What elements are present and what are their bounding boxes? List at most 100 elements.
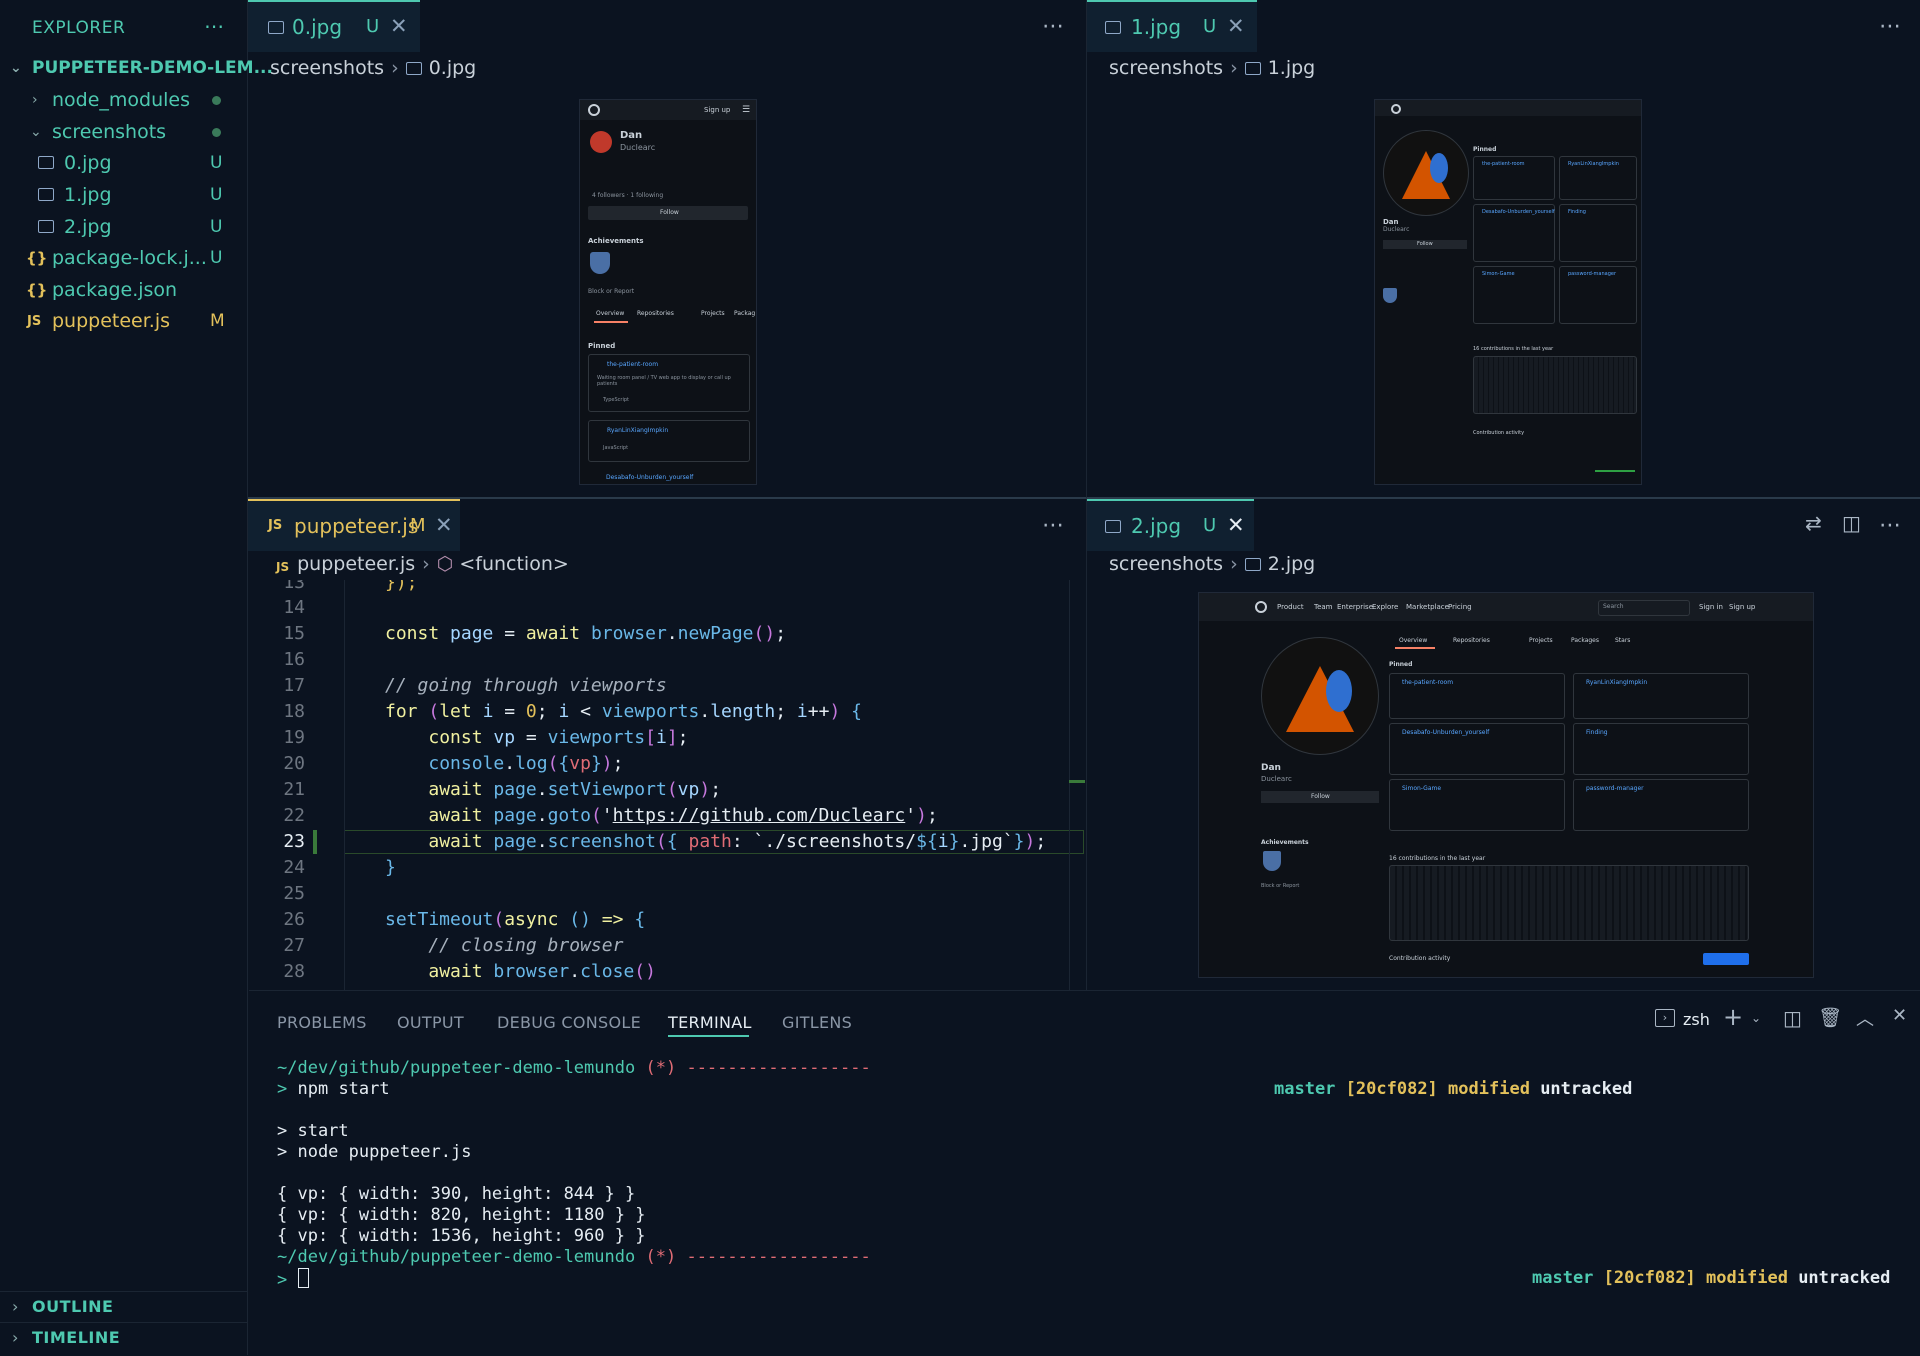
git-status: master [20cf082] modified untracked	[1532, 1268, 1891, 1288]
achievement-badge-icon	[1383, 288, 1397, 303]
js-file-icon: JS	[276, 560, 290, 574]
editor-group-top-left: 0.jpg U ✕ ⋯ screenshots › 0.jpg Sign up ☰ …	[248, 0, 1087, 499]
github-logo-icon	[588, 104, 600, 116]
terminal-prompt-line: ~/dev/github/puppeteer-demo-lemundo (*) …	[277, 1058, 871, 1078]
close-icon[interactable]: ✕	[1227, 14, 1245, 38]
breadcrumb-file[interactable]: 0.jpg	[429, 57, 477, 79]
chevron-right-icon: ›	[12, 1328, 19, 1347]
tree-item-package-lock[interactable]: {} package-lock.j... U	[0, 243, 247, 273]
breadcrumb-symbol[interactable]: <function>	[459, 553, 568, 575]
tab-puppeteer-js[interactable]: JS puppeteer.js M ✕	[248, 499, 460, 551]
code-editor[interactable]: 13 }); 14 15 const page = await browser.…	[249, 580, 1085, 990]
image-file-icon	[38, 156, 54, 169]
contribution-graph	[1473, 356, 1637, 414]
close-icon[interactable]: ✕	[1227, 513, 1245, 537]
tab-1-jpg[interactable]: 1.jpg U ✕	[1087, 0, 1257, 52]
breadcrumb-folder[interactable]: screenshots	[1109, 57, 1223, 79]
terminal-line: > npm start	[277, 1079, 390, 1099]
breadcrumb-file[interactable]: 1.jpg	[1268, 57, 1316, 79]
tab-bar: 2.jpg U ✕ ⇄ ◫ ⋯	[1087, 499, 1920, 551]
more-actions-icon[interactable]: ⋯	[1879, 513, 1902, 538]
code-line: await page.goto('https://github.com/Ducl…	[428, 805, 938, 826]
plus-icon[interactable]: +	[1723, 1003, 1743, 1031]
split-terminal-icon[interactable]: ◫	[1783, 1006, 1802, 1030]
breadcrumb-file[interactable]: 2.jpg	[1268, 553, 1316, 575]
chevron-up-icon[interactable]: ︿	[1856, 1005, 1874, 1031]
chevron-right-icon: ›	[32, 92, 38, 108]
code-line: setTimeout(async () => {	[385, 909, 646, 930]
tree-item-2-jpg[interactable]: 2.jpg U	[0, 212, 247, 242]
breadcrumb-file[interactable]: puppeteer.js	[297, 553, 415, 575]
chevron-down-icon: ⌄	[10, 60, 22, 76]
code-line: console.log({vp});	[428, 753, 624, 774]
terminal-line: { vp: { width: 1536, height: 960 } }	[277, 1226, 646, 1246]
terminal-prompt-line: ~/dev/github/puppeteer-demo-lemundo (*) …	[277, 1247, 871, 1267]
scrollbar-marker	[1069, 780, 1085, 783]
js-file-icon: JS	[268, 518, 283, 533]
cube-icon: ⬡	[436, 553, 454, 575]
tree-item-screenshots[interactable]: ⌄ screenshots	[0, 117, 247, 147]
code-line: for (let i = 0; i < viewports.length; i+…	[385, 701, 862, 722]
breadcrumb-folder[interactable]: screenshots	[1109, 553, 1223, 575]
explorer-sidebar: EXPLORER ⋯ ⌄ PUPPETEER-DEMO-LEM... › nod…	[0, 0, 273, 1355]
code-line: });	[385, 580, 418, 593]
more-actions-icon[interactable]: ⋯	[204, 14, 224, 38]
shell-selector[interactable]: zsh	[1683, 1010, 1710, 1029]
json-file-icon: {}	[26, 281, 48, 299]
untracked-badge: U	[210, 217, 223, 237]
breadcrumb: screenshots › 0.jpg	[270, 57, 477, 79]
menu-icon: ☰	[742, 105, 751, 115]
outline-section[interactable]: › OUTLINE	[0, 1291, 247, 1322]
chevron-down-icon[interactable]: ⌄	[1751, 1011, 1761, 1025]
avatar	[1261, 637, 1379, 755]
code-line: }	[385, 857, 396, 878]
image-preview-tablet: Dan Duclearc Follow Pinned the-patient-r…	[1374, 99, 1642, 485]
tab-debug-console[interactable]: DEBUG CONSOLE	[497, 1013, 641, 1032]
terminal-line: { vp: { width: 820, height: 1180 } }	[277, 1205, 646, 1225]
close-icon[interactable]: ✕	[1892, 1005, 1907, 1026]
breadcrumb: JS puppeteer.js › ⬡ <function>	[276, 553, 569, 575]
image-file-icon	[1105, 21, 1121, 34]
cursor	[297, 1268, 309, 1288]
trash-icon[interactable]: 🗑	[1818, 1006, 1842, 1029]
more-actions-icon[interactable]: ⋯	[1042, 14, 1065, 39]
tab-0-jpg[interactable]: 0.jpg U ✕	[248, 0, 420, 52]
terminal-line: { vp: { width: 390, height: 844 } }	[277, 1184, 636, 1204]
tab-output[interactable]: OUTPUT	[397, 1013, 464, 1032]
tab-problems[interactable]: PROBLEMS	[277, 1013, 367, 1032]
tree-item-0-jpg[interactable]: 0.jpg U	[0, 148, 247, 178]
close-icon[interactable]: ✕	[435, 513, 453, 537]
split-editor-icon[interactable]: ◫	[1842, 511, 1862, 535]
code-line: const vp = viewports[i];	[428, 727, 689, 748]
tab-gitlens[interactable]: GITLENS	[782, 1013, 852, 1032]
editor-group-top-right: 1.jpg U ✕ ⋯ screenshots › 1.jpg Dan Duclea…	[1087, 0, 1920, 499]
image-file-icon	[405, 62, 422, 75]
github-logo-icon	[1391, 104, 1401, 114]
tree-item-package-json[interactable]: {} package.json	[0, 275, 247, 305]
tab-2-jpg[interactable]: 2.jpg U ✕	[1087, 499, 1254, 551]
timeline-section[interactable]: › TIMELINE	[0, 1322, 247, 1353]
modified-dot-icon	[212, 96, 221, 105]
more-actions-icon[interactable]: ⋯	[1879, 14, 1902, 39]
project-folder[interactable]: ⌄ PUPPETEER-DEMO-LEM...	[0, 53, 273, 83]
tab-terminal[interactable]: TERMINAL	[668, 1013, 752, 1032]
bottom-panel: PROBLEMS OUTPUT DEBUG CONSOLE TERMINAL G…	[249, 990, 1920, 1356]
editor-group-bottom-right: 2.jpg U ✕ ⇄ ◫ ⋯ screenshots › 2.jpg Produc…	[1087, 499, 1920, 990]
image-file-icon	[38, 188, 54, 201]
more-actions-icon[interactable]: ⋯	[1042, 513, 1065, 538]
compare-changes-icon[interactable]: ⇄	[1805, 511, 1823, 535]
achievement-badge-icon	[1263, 851, 1281, 871]
breadcrumb-folder[interactable]: screenshots	[270, 57, 384, 79]
avatar	[1383, 130, 1469, 216]
image-file-icon	[1105, 520, 1121, 533]
js-file-icon: JS	[27, 314, 42, 329]
chevron-right-icon: ›	[12, 1297, 19, 1316]
tree-item-node-modules[interactable]: › node_modules	[0, 85, 247, 115]
terminal-line: > node puppeteer.js	[277, 1142, 472, 1162]
close-icon[interactable]: ✕	[390, 14, 408, 38]
tree-item-1-jpg[interactable]: 1.jpg U	[0, 180, 247, 210]
json-file-icon: {}	[26, 249, 48, 267]
terminal-input-line[interactable]: >	[277, 1268, 309, 1290]
code-line: // going through viewports	[385, 675, 667, 696]
tree-item-puppeteer-js[interactable]: JS puppeteer.js M	[0, 306, 247, 336]
